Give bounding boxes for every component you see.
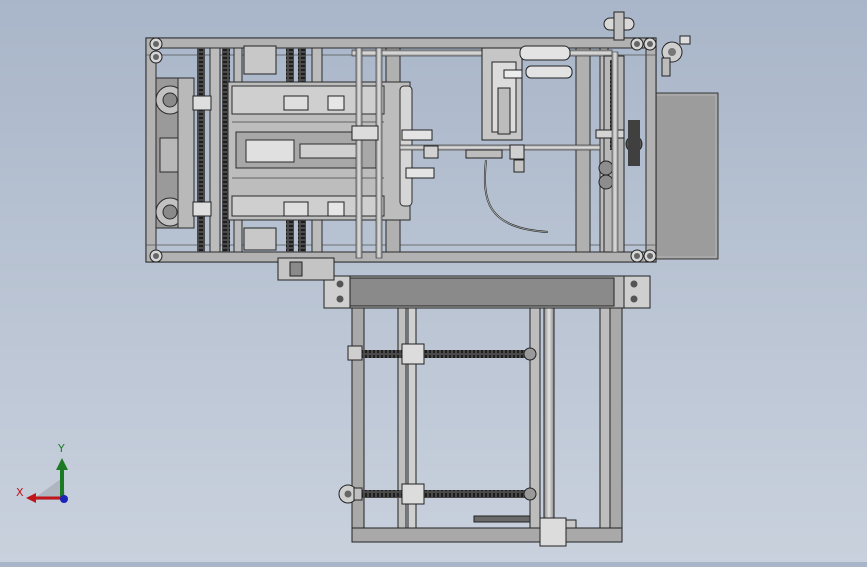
corner-bolt (643, 37, 657, 51)
axis-triad (26, 458, 68, 503)
corner-bolt (643, 249, 657, 263)
corner-bolt (149, 37, 163, 51)
lower-beam (277, 257, 651, 309)
y-axis-label: Y (58, 442, 65, 455)
handwheel-mid-icon[interactable] (347, 345, 363, 361)
handwheel-right-icon[interactable] (661, 35, 691, 77)
corner-bolt (149, 249, 163, 263)
handwheel-top-icon[interactable] (603, 11, 635, 41)
left-roller-assembly (155, 77, 195, 229)
lower-chain (362, 343, 537, 505)
corner-bolt (630, 249, 644, 263)
center-plate (227, 81, 413, 221)
machine-top-view-drawing (26, 11, 719, 547)
corner-bolt (149, 50, 163, 64)
cad-viewport[interactable]: X Y (0, 0, 867, 562)
handwheel-lower-icon[interactable] (338, 484, 363, 504)
pneumatic-cylinder (481, 45, 573, 141)
lower-frame (351, 307, 623, 543)
corner-bolt (630, 37, 644, 51)
z-axis-dot (60, 495, 68, 503)
x-axis-label: X (16, 486, 24, 499)
control-box (651, 92, 719, 260)
